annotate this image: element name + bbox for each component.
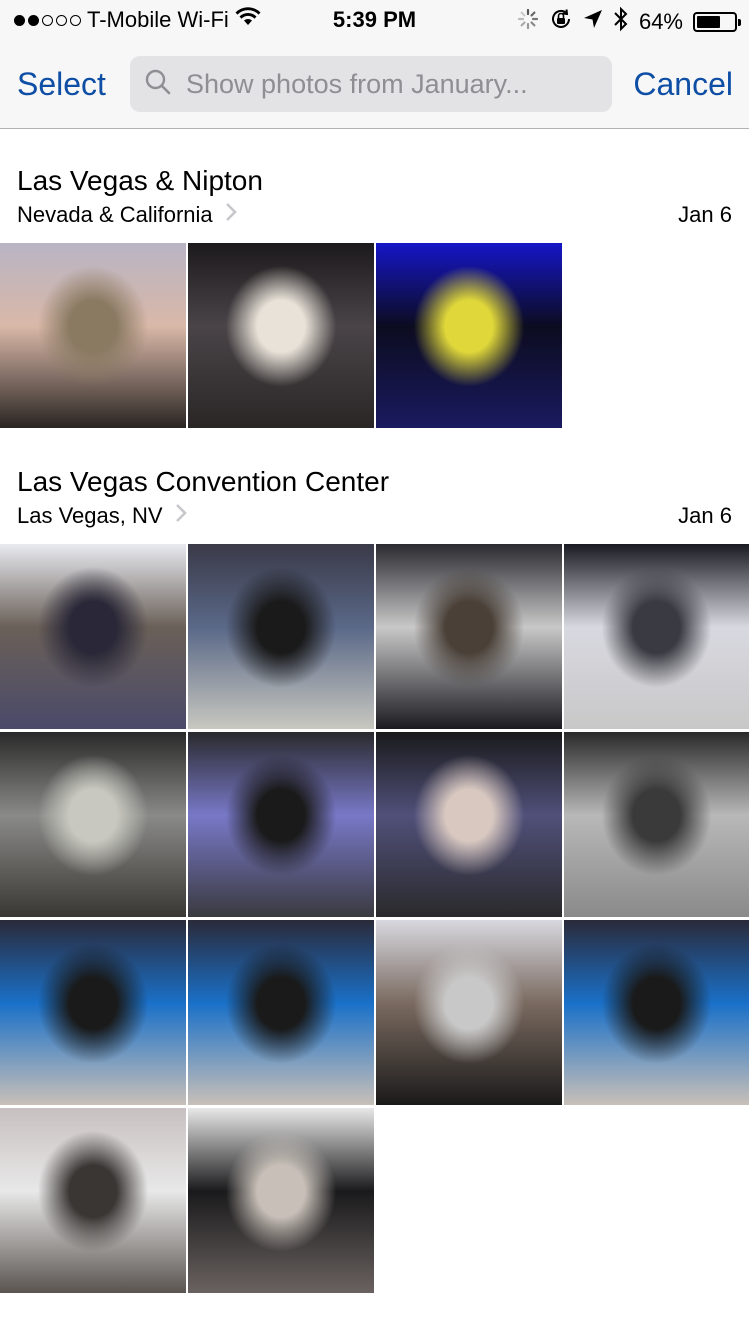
navigation-bar: Select Cancel: [0, 56, 749, 112]
section-subtitle: Las Vegas, NV: [17, 503, 163, 528]
battery-percent: 64%: [638, 9, 683, 34]
photo-thumbnail[interactable]: [0, 732, 186, 917]
photo-thumbnail[interactable]: [0, 920, 186, 1105]
section-date: Jan 6: [678, 503, 732, 528]
section-location-link[interactable]: Nevada & California: [17, 202, 237, 228]
top-bar: T-Mobile Wi-Fi 5:39 PM 64% Select Show p…: [0, 0, 749, 129]
photo-thumbnail[interactable]: [188, 544, 374, 729]
battery-level: [697, 16, 721, 28]
photo-thumbnail[interactable]: [0, 1108, 186, 1293]
photo-thumbnail[interactable]: [188, 920, 374, 1105]
status-bar: T-Mobile Wi-Fi 5:39 PM 64%: [0, 0, 749, 40]
moment-section: Las Vegas Convention Center Las Vegas, N…: [0, 430, 749, 1310]
photo-thumbnail[interactable]: [376, 544, 562, 729]
status-icons: 64%: [517, 6, 741, 38]
photo-thumbnail[interactable]: [376, 243, 562, 428]
bluetooth-icon: [613, 6, 629, 38]
photo-thumbnail[interactable]: [376, 732, 562, 917]
section-title: Las Vegas Convention Center: [17, 466, 390, 497]
section-subtitle: Nevada & California: [17, 202, 213, 227]
battery-icon: [693, 12, 741, 32]
photo-thumbnail[interactable]: [188, 732, 374, 917]
photo-thumbnail[interactable]: [376, 920, 562, 1105]
cancel-button[interactable]: Cancel: [633, 66, 733, 103]
chevron-right-icon: [175, 503, 187, 529]
rotation-lock-icon: [549, 7, 573, 37]
activity-spinner-icon: [517, 8, 539, 36]
select-button[interactable]: Select: [17, 66, 106, 103]
section-date: Jan 6: [678, 202, 732, 227]
photo-grid: [0, 544, 749, 1294]
moment-section: Las Vegas & Nipton Nevada & California J…: [0, 129, 749, 429]
chevron-right-icon: [225, 202, 237, 228]
section-location-link[interactable]: Las Vegas, NV: [17, 503, 187, 529]
search-input[interactable]: [186, 68, 606, 100]
search-icon: [144, 68, 172, 101]
photo-thumbnail[interactable]: [188, 1108, 374, 1293]
photo-thumbnail[interactable]: [188, 243, 374, 428]
photo-thumbnail[interactable]: [0, 544, 186, 729]
photo-thumbnail[interactable]: [564, 732, 749, 917]
location-arrow-icon: [583, 9, 603, 35]
photo-thumbnail[interactable]: [564, 920, 749, 1105]
search-field[interactable]: [130, 56, 612, 112]
photo-thumbnail[interactable]: [0, 243, 186, 428]
section-title: Las Vegas & Nipton: [17, 165, 263, 196]
photo-grid: [0, 243, 749, 429]
photo-thumbnail[interactable]: [564, 544, 749, 729]
